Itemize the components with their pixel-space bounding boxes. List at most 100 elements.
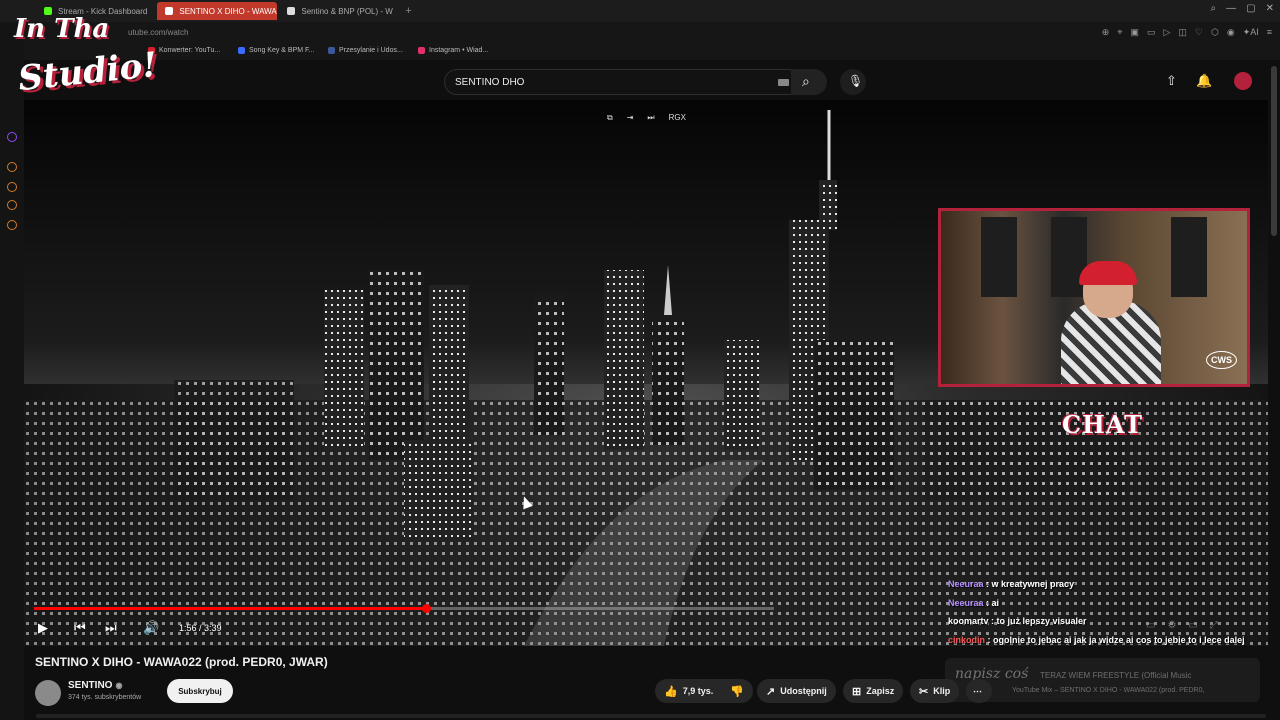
enter-icon[interactable]: ⇥	[627, 113, 634, 123]
bookmarks-bar: Konwerter: YouTu... Song Key & BPM F... …	[0, 44, 1280, 60]
keyboard-icon[interactable]	[778, 79, 789, 86]
chat-username: Neeuraa	[948, 579, 984, 589]
like-count: 7,9 tys.	[682, 686, 714, 696]
bookmark-label: Instagram • Wiad...	[429, 47, 489, 54]
volume-icon[interactable]: 🔊	[143, 620, 159, 636]
acoustic-panel	[981, 217, 1017, 297]
logo-text-bottom: Studio!	[16, 44, 159, 100]
search-input[interactable]: SENTINO DHO	[455, 77, 524, 88]
sidebar-history-icon[interactable]	[7, 182, 17, 192]
chat-input[interactable]: napisz coś	[945, 658, 1260, 702]
subscribe-button[interactable]: Subskrybuj	[167, 679, 233, 703]
clip-button[interactable]: ✂ Klip	[910, 679, 960, 703]
more-icon: ⋯	[973, 685, 982, 696]
browser-tab-strip: Stream - Kick Dashboard SENTINO X DIHO -…	[0, 0, 1280, 22]
tab-label: Sentino & BNP (POL) - W	[301, 6, 393, 16]
minimize-icon[interactable]: —	[1226, 3, 1236, 14]
bookmark-item[interactable]: Song Key & BPM F...	[238, 47, 314, 54]
bookmark-item[interactable]: Instagram • Wiad...	[418, 47, 488, 54]
maximize-icon[interactable]: ▢	[1246, 3, 1255, 14]
chat-message: Neeuraa : ai	[948, 594, 1268, 613]
chat-text: : ai	[983, 597, 1000, 608]
bookmark-item[interactable]: Przesylanie i Udos...	[328, 47, 403, 54]
bell-icon[interactable]: 🔔	[1196, 73, 1212, 89]
youtube-header: SENTINO DHO ✕ ⌕ 🎙 ⇧ 🔔	[24, 60, 1280, 100]
cws-logo: CWS	[1206, 351, 1237, 369]
logo-text-top: In Tha	[14, 14, 110, 44]
menu-icon[interactable]: ≡	[1267, 27, 1272, 38]
video-title: SENTINO X DIHO - WAWA022 (prod. PEDR0, J…	[35, 655, 328, 669]
chat-text: : w kreatywnej pracy	[983, 579, 1075, 589]
ai-icon[interactable]: ✦AI	[1243, 27, 1259, 38]
channel-name[interactable]: SENTINO ◉	[68, 680, 122, 691]
acoustic-panel	[1051, 217, 1087, 297]
search-button[interactable]: ⌕	[791, 69, 827, 95]
save-button[interactable]: ⊞ Zapisz	[843, 679, 904, 703]
miniplayer-controls: ⧉ ⇥ ⏭ RGX	[607, 113, 686, 123]
scissors-icon: ✂	[919, 685, 929, 698]
profile-icon[interactable]: ◉	[1227, 27, 1235, 38]
upload-icon[interactable]: ⇧	[1166, 73, 1177, 89]
horizontal-scrollbar[interactable]	[36, 714, 1266, 718]
zoom-icon[interactable]: ⊕	[1102, 27, 1110, 38]
stream-logo: In Tha Studio!	[14, 14, 159, 104]
youtube-icon	[165, 7, 174, 15]
share-button[interactable]: ↗ Udostępnij	[757, 679, 836, 703]
bookmark-item[interactable]: Konwerter: YouTu...	[148, 47, 220, 54]
chat-message: cinkodin : ogolnie to jebac ai jak ja wi…	[948, 631, 1268, 650]
play-button[interactable]: ▶	[38, 620, 48, 636]
mix-title: TERAZ WIEM FREESTYLE (Official Music	[1040, 671, 1192, 680]
share-icon: ↗	[766, 685, 776, 698]
tab-youtube-video[interactable]: SENTINO X DIHO - WAWA	[157, 2, 278, 20]
acoustic-panel	[1171, 217, 1207, 297]
facebook-icon	[328, 47, 335, 54]
twitch-icon[interactable]	[7, 132, 17, 142]
pin-icon[interactable]: ⌖	[1117, 27, 1122, 38]
globe-icon	[287, 7, 296, 15]
like-button[interactable]: 👍 7,9 tys.	[655, 679, 723, 703]
extensions-icon[interactable]: ⬡	[1211, 27, 1219, 38]
search-tabs-icon[interactable]: ⌕	[1211, 3, 1217, 14]
bookmark-label: Song Key & BPM F...	[249, 47, 315, 54]
next-button[interactable]: ⏭	[105, 620, 117, 636]
vertical-scrollbar[interactable]	[1271, 66, 1277, 236]
bookmark-label: Przesylanie i Udos...	[339, 47, 403, 54]
mix-subtitle: YouTube Mix – SENTINO X DIHO - WAWA022 (…	[1012, 687, 1205, 694]
browser-sidebar	[0, 22, 24, 720]
chat-input-placeholder: napisz coś	[955, 666, 1029, 682]
sidebar-settings-icon[interactable]	[7, 220, 17, 230]
chat-username: Neeuraa	[948, 597, 984, 608]
chat-message: koomartv : to już lepszy visualer	[948, 612, 1268, 631]
mic-icon: 🎙	[848, 74, 864, 88]
cast-icon[interactable]: ▭	[1147, 27, 1156, 38]
snapshot-icon[interactable]: ◫	[1178, 27, 1187, 38]
search-icon: ⌕	[802, 73, 810, 89]
skip-icon[interactable]: ⏭	[647, 113, 654, 123]
search-box[interactable]: SENTINO DHO ✕	[444, 69, 816, 95]
more-actions-button[interactable]: ⋯	[966, 679, 992, 703]
dislike-button[interactable]: 👎	[721, 679, 753, 703]
chat-title: CHAT	[1062, 410, 1143, 439]
browser-toolbar: ⊕ ⌖ ▣ ▭ ▷ ◫ ♡ ⬡ ◉ ✦AI ≡	[1102, 27, 1272, 38]
channel-avatar[interactable]	[35, 680, 61, 706]
chat-message: Neeuraa : w kreatywnej pracy	[948, 575, 1268, 594]
progress-bar[interactable]	[34, 604, 774, 613]
rgx-button[interactable]: RGX	[669, 113, 686, 123]
bookmark-icon: ⊞	[852, 685, 862, 698]
close-window-icon[interactable]: ✕	[1266, 3, 1274, 14]
screenshot-icon[interactable]: ▣	[1130, 27, 1139, 38]
webcam-overlay: CWS	[938, 208, 1250, 387]
popout-icon[interactable]: ⧉	[607, 113, 613, 123]
play-icon[interactable]: ▷	[1163, 27, 1170, 38]
music-icon	[238, 47, 245, 54]
sidebar-messenger-icon[interactable]	[7, 200, 17, 210]
tab-sentino-bnp[interactable]: Sentino & BNP (POL) - W	[279, 2, 399, 20]
new-tab-button[interactable]: +	[405, 5, 411, 17]
voice-search-button[interactable]: 🎙	[840, 69, 866, 95]
account-avatar[interactable]	[1234, 72, 1252, 90]
chat-username: cinkodin	[948, 634, 986, 645]
sidebar-app-icon[interactable]	[7, 162, 17, 172]
heart-icon[interactable]: ♡	[1195, 27, 1203, 38]
clip-label: Klip	[933, 686, 951, 696]
previous-button[interactable]: ⏮	[74, 620, 86, 636]
